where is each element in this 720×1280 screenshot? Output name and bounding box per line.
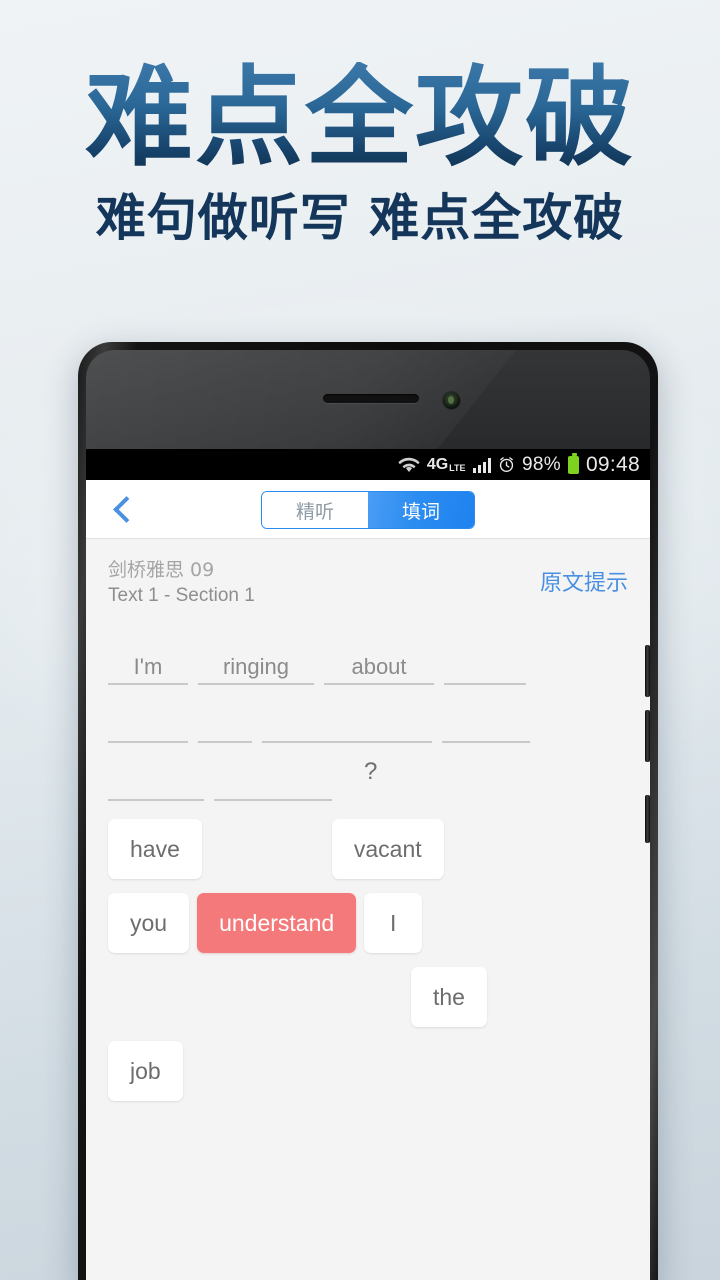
signal-bars-icon: [472, 457, 491, 473]
sentence-terminator: ?: [364, 758, 378, 785]
battery-percent-label: 98%: [522, 453, 561, 475]
app-navbar: 精听 填词: [86, 480, 650, 539]
blank-slot[interactable]: [108, 767, 204, 801]
earpiece-speaker-icon: [323, 394, 419, 403]
back-button[interactable]: [98, 480, 150, 538]
page-title: 难点全攻破: [0, 62, 720, 175]
alarm-clock-icon: [499, 457, 514, 472]
network-label: 4G: [426, 455, 449, 473]
app-screen: 精听 填词 剑桥雅思 09 Text 1 - Section 1 原文提示 I'…: [86, 480, 650, 1280]
power-button[interactable]: [645, 795, 650, 843]
word-chip-you[interactable]: you: [108, 893, 190, 953]
blank-slot[interactable]: [198, 709, 252, 743]
phone-bezel: 4G LTE 98% 09:48 精听 填词 剑桥雅思 09 Text 1 - …: [86, 350, 650, 1280]
transcript-hint-link[interactable]: 原文提示: [540, 565, 628, 597]
wifi-icon: [398, 457, 420, 473]
word-bank-row: job: [108, 1041, 628, 1115]
mode-segmented-control[interactable]: 精听 填词: [261, 491, 475, 529]
blank-slot[interactable]: [214, 767, 332, 801]
word-bank-row: you understand I: [108, 893, 628, 967]
blank-slot[interactable]: [442, 709, 530, 743]
word-bank-row: have vacant: [108, 819, 628, 893]
network-type-icon: 4G LTE: [426, 455, 466, 473]
tab-fill-in-words[interactable]: 填词: [368, 492, 474, 528]
word-chip-i[interactable]: I: [364, 893, 423, 953]
blank-slot[interactable]: ringing: [198, 651, 314, 685]
word-chip-have[interactable]: have: [108, 819, 202, 879]
headline-block: 难点全攻破 难句做听写 难点全攻破: [0, 62, 720, 248]
battery-icon: [567, 452, 579, 474]
blank-slot[interactable]: I'm: [108, 651, 188, 685]
word-chip-job[interactable]: job: [108, 1041, 183, 1101]
blank-slot[interactable]: [262, 709, 432, 743]
blank-slot[interactable]: [108, 709, 188, 743]
volume-up-button[interactable]: [645, 645, 650, 697]
word-chip-understand[interactable]: understand: [197, 893, 357, 953]
blank-row: I'm ringing about: [108, 631, 628, 685]
word-bank: have vacant you understand I the job: [86, 819, 650, 1115]
word-bank-row: the: [108, 967, 628, 1041]
status-clock: 09:48: [585, 452, 640, 476]
page-subtitle: 难句做听写 难点全攻破: [95, 188, 625, 248]
word-chip-the[interactable]: the: [411, 967, 487, 1027]
status-bar: 4G LTE 98% 09:48: [86, 449, 650, 480]
network-sublabel: LTE: [449, 462, 466, 473]
front-camera-icon: [443, 392, 460, 409]
blank-sentence-area: I'm ringing about ?: [86, 631, 650, 801]
phone-mockup: 4G LTE 98% 09:48 精听 填词 剑桥雅思 09 Text 1 - …: [78, 342, 658, 1280]
lesson-meta: 剑桥雅思 09 Text 1 - Section 1 原文提示: [86, 539, 650, 613]
tab-intensive-listening[interactable]: 精听: [262, 492, 368, 528]
chevron-left-icon: [113, 495, 140, 523]
volume-down-button[interactable]: [645, 710, 650, 762]
blank-slot[interactable]: [444, 651, 526, 685]
poster-canvas: 难点全攻破 难句做听写 难点全攻破 4G LTE 98% 09:48 精听 填词…: [0, 0, 720, 1280]
blank-row: ?: [108, 743, 628, 801]
blank-row: [108, 685, 628, 743]
word-chip-vacant[interactable]: vacant: [331, 819, 444, 879]
blank-slot[interactable]: about: [324, 651, 434, 685]
